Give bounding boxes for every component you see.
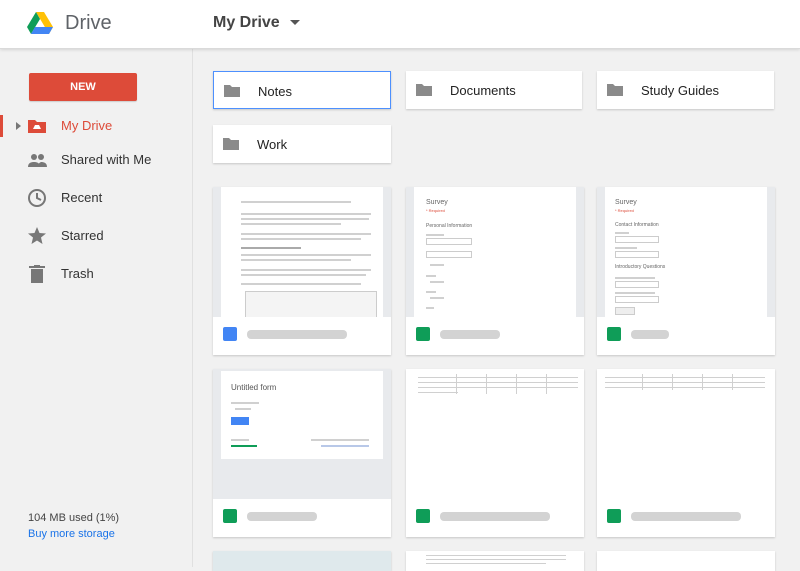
folder-icon [223, 138, 239, 150]
google-forms-icon [416, 327, 430, 341]
document-page-preview [221, 187, 383, 317]
sidebar-item-label: Shared with Me [61, 152, 152, 167]
thumbnail-section-title: Personal Information [426, 223, 473, 229]
caret-down-icon [289, 20, 300, 26]
sidebar-item-label: Trash [61, 266, 94, 281]
folder-notes[interactable]: Notes [213, 71, 391, 109]
thumbnail-required-note: * Required [615, 208, 634, 213]
file-card-untitled-form[interactable]: Untitled form [213, 369, 391, 537]
folder-icon [416, 84, 432, 96]
active-indicator [0, 115, 3, 137]
clock-icon [28, 189, 46, 207]
google-sheets-icon [607, 509, 621, 523]
sidebar-item-my-drive[interactable]: My Drive [0, 111, 192, 141]
file-name-redacted [631, 330, 669, 339]
file-card-document[interactable] [213, 187, 391, 355]
file-card-survey-responses[interactable] [406, 369, 584, 537]
file-card-partial[interactable] [597, 551, 775, 571]
google-sheets-icon [416, 509, 430, 523]
form-page-preview: Survey * Required Personal Information [414, 187, 576, 317]
buy-more-storage-link[interactable]: Buy more storage [28, 528, 115, 540]
file-thumbnail: Survey * Required Contact Information In… [597, 187, 775, 317]
thumbnail-survey-title: Survey [426, 199, 448, 206]
drive-logo-icon[interactable] [27, 12, 53, 34]
file-card-survey-responses-2[interactable] [597, 369, 775, 537]
file-card-survey-form[interactable]: Survey * Required Personal Information [406, 187, 584, 355]
folder-name: Work [257, 137, 288, 152]
file-name-redacted [440, 330, 500, 339]
google-docs-icon [223, 327, 237, 341]
file-card-survey-form-2[interactable]: Survey * Required Contact Information In… [597, 187, 775, 355]
thumbnail-section-title: Contact Information [615, 222, 659, 228]
folder-name: Notes [258, 84, 292, 99]
google-forms-icon [607, 327, 621, 341]
app-name: Drive [65, 12, 112, 34]
thumbnail-survey-title: Survey [615, 199, 637, 206]
sidebar-item-recent[interactable]: Recent [0, 183, 192, 213]
file-card-partial[interactable] [213, 551, 391, 571]
file-thumbnail: Survey * Required Personal Information [406, 187, 584, 317]
file-thumbnail: Untitled form [213, 369, 391, 499]
top-bar: Drive My Drive [0, 0, 800, 49]
storage-usage: 104 MB used (1%) [28, 512, 120, 524]
sidebar-item-starred[interactable]: Starred [0, 221, 192, 251]
sidebar-item-label: My Drive [61, 118, 113, 133]
star-icon [28, 227, 46, 244]
sidebar-item-label: Recent [61, 190, 103, 205]
file-card-partial[interactable] [406, 551, 584, 571]
folder-name: Study Guides [641, 83, 720, 98]
form-page-preview: Untitled form [221, 371, 383, 459]
thumbnail-required-note: * Required [426, 208, 445, 213]
sidebar-item-trash[interactable]: Trash [0, 259, 192, 289]
file-thumbnail [213, 187, 391, 317]
folder-name: Documents [450, 83, 516, 98]
google-forms-icon [223, 509, 237, 523]
breadcrumb-my-drive[interactable]: My Drive [213, 14, 300, 32]
folder-documents[interactable]: Documents [406, 71, 582, 109]
file-thumbnail [406, 369, 584, 499]
file-name-redacted [247, 330, 347, 339]
trash-icon [29, 265, 45, 283]
people-icon [28, 154, 47, 167]
sidebar: NEW My Drive Shared with Me Recent Starr… [0, 49, 193, 567]
folder-icon [224, 85, 240, 97]
new-button[interactable]: NEW [29, 73, 137, 101]
thumbnail-form-title: Untitled form [231, 383, 277, 392]
breadcrumb-label: My Drive [213, 14, 280, 31]
drive-folder-icon [28, 120, 46, 133]
sidebar-item-shared-with-me[interactable]: Shared with Me [0, 145, 192, 175]
folder-icon [607, 84, 623, 96]
file-name-redacted [247, 512, 317, 521]
thumbnail-section-title-2: Introductory Questions [615, 264, 666, 270]
sidebar-item-label: Starred [61, 228, 104, 243]
folder-work[interactable]: Work [213, 125, 391, 163]
file-thumbnail [597, 369, 775, 499]
file-name-redacted [631, 512, 741, 521]
expand-arrow-icon[interactable] [16, 122, 21, 130]
folder-study-guides[interactable]: Study Guides [597, 71, 774, 109]
form-page-preview: Survey * Required Contact Information In… [605, 187, 767, 317]
file-name-redacted [440, 512, 550, 521]
